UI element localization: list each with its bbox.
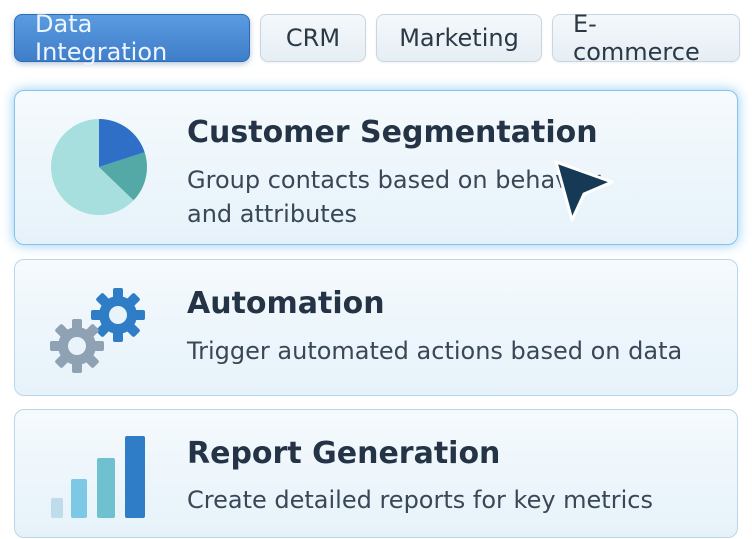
card-title: Automation <box>187 286 385 321</box>
gears-icon <box>50 288 145 373</box>
card-description: Group contacts based on behavior and att… <box>187 166 601 228</box>
category-tabs: Data Integration CRM Marketing E-commerc… <box>14 10 740 66</box>
tab-e-commerce[interactable]: E-commerce <box>552 10 740 66</box>
mouse-pointer-icon <box>554 160 614 222</box>
pie-chart-icon <box>51 119 147 215</box>
card-report-generation[interactable]: Report Generation Create detailed report… <box>14 409 738 538</box>
card-automation[interactable]: Automation Trigger automated actions bas… <box>14 259 738 396</box>
card-description: Trigger automated actions based on data <box>187 337 683 365</box>
card-customer-segmentation[interactable]: Customer Segmentation Group contacts bas… <box>14 90 738 245</box>
card-title: Customer Segmentation <box>187 115 598 150</box>
card-title: Report Generation <box>187 436 501 471</box>
bar-chart-icon <box>51 436 145 518</box>
tab-data-integration[interactable]: Data Integration <box>14 10 250 66</box>
tab-crm[interactable]: CRM <box>260 14 366 62</box>
tab-marketing[interactable]: Marketing <box>376 14 542 62</box>
card-description: Create detailed reports for key metrics <box>187 486 653 514</box>
